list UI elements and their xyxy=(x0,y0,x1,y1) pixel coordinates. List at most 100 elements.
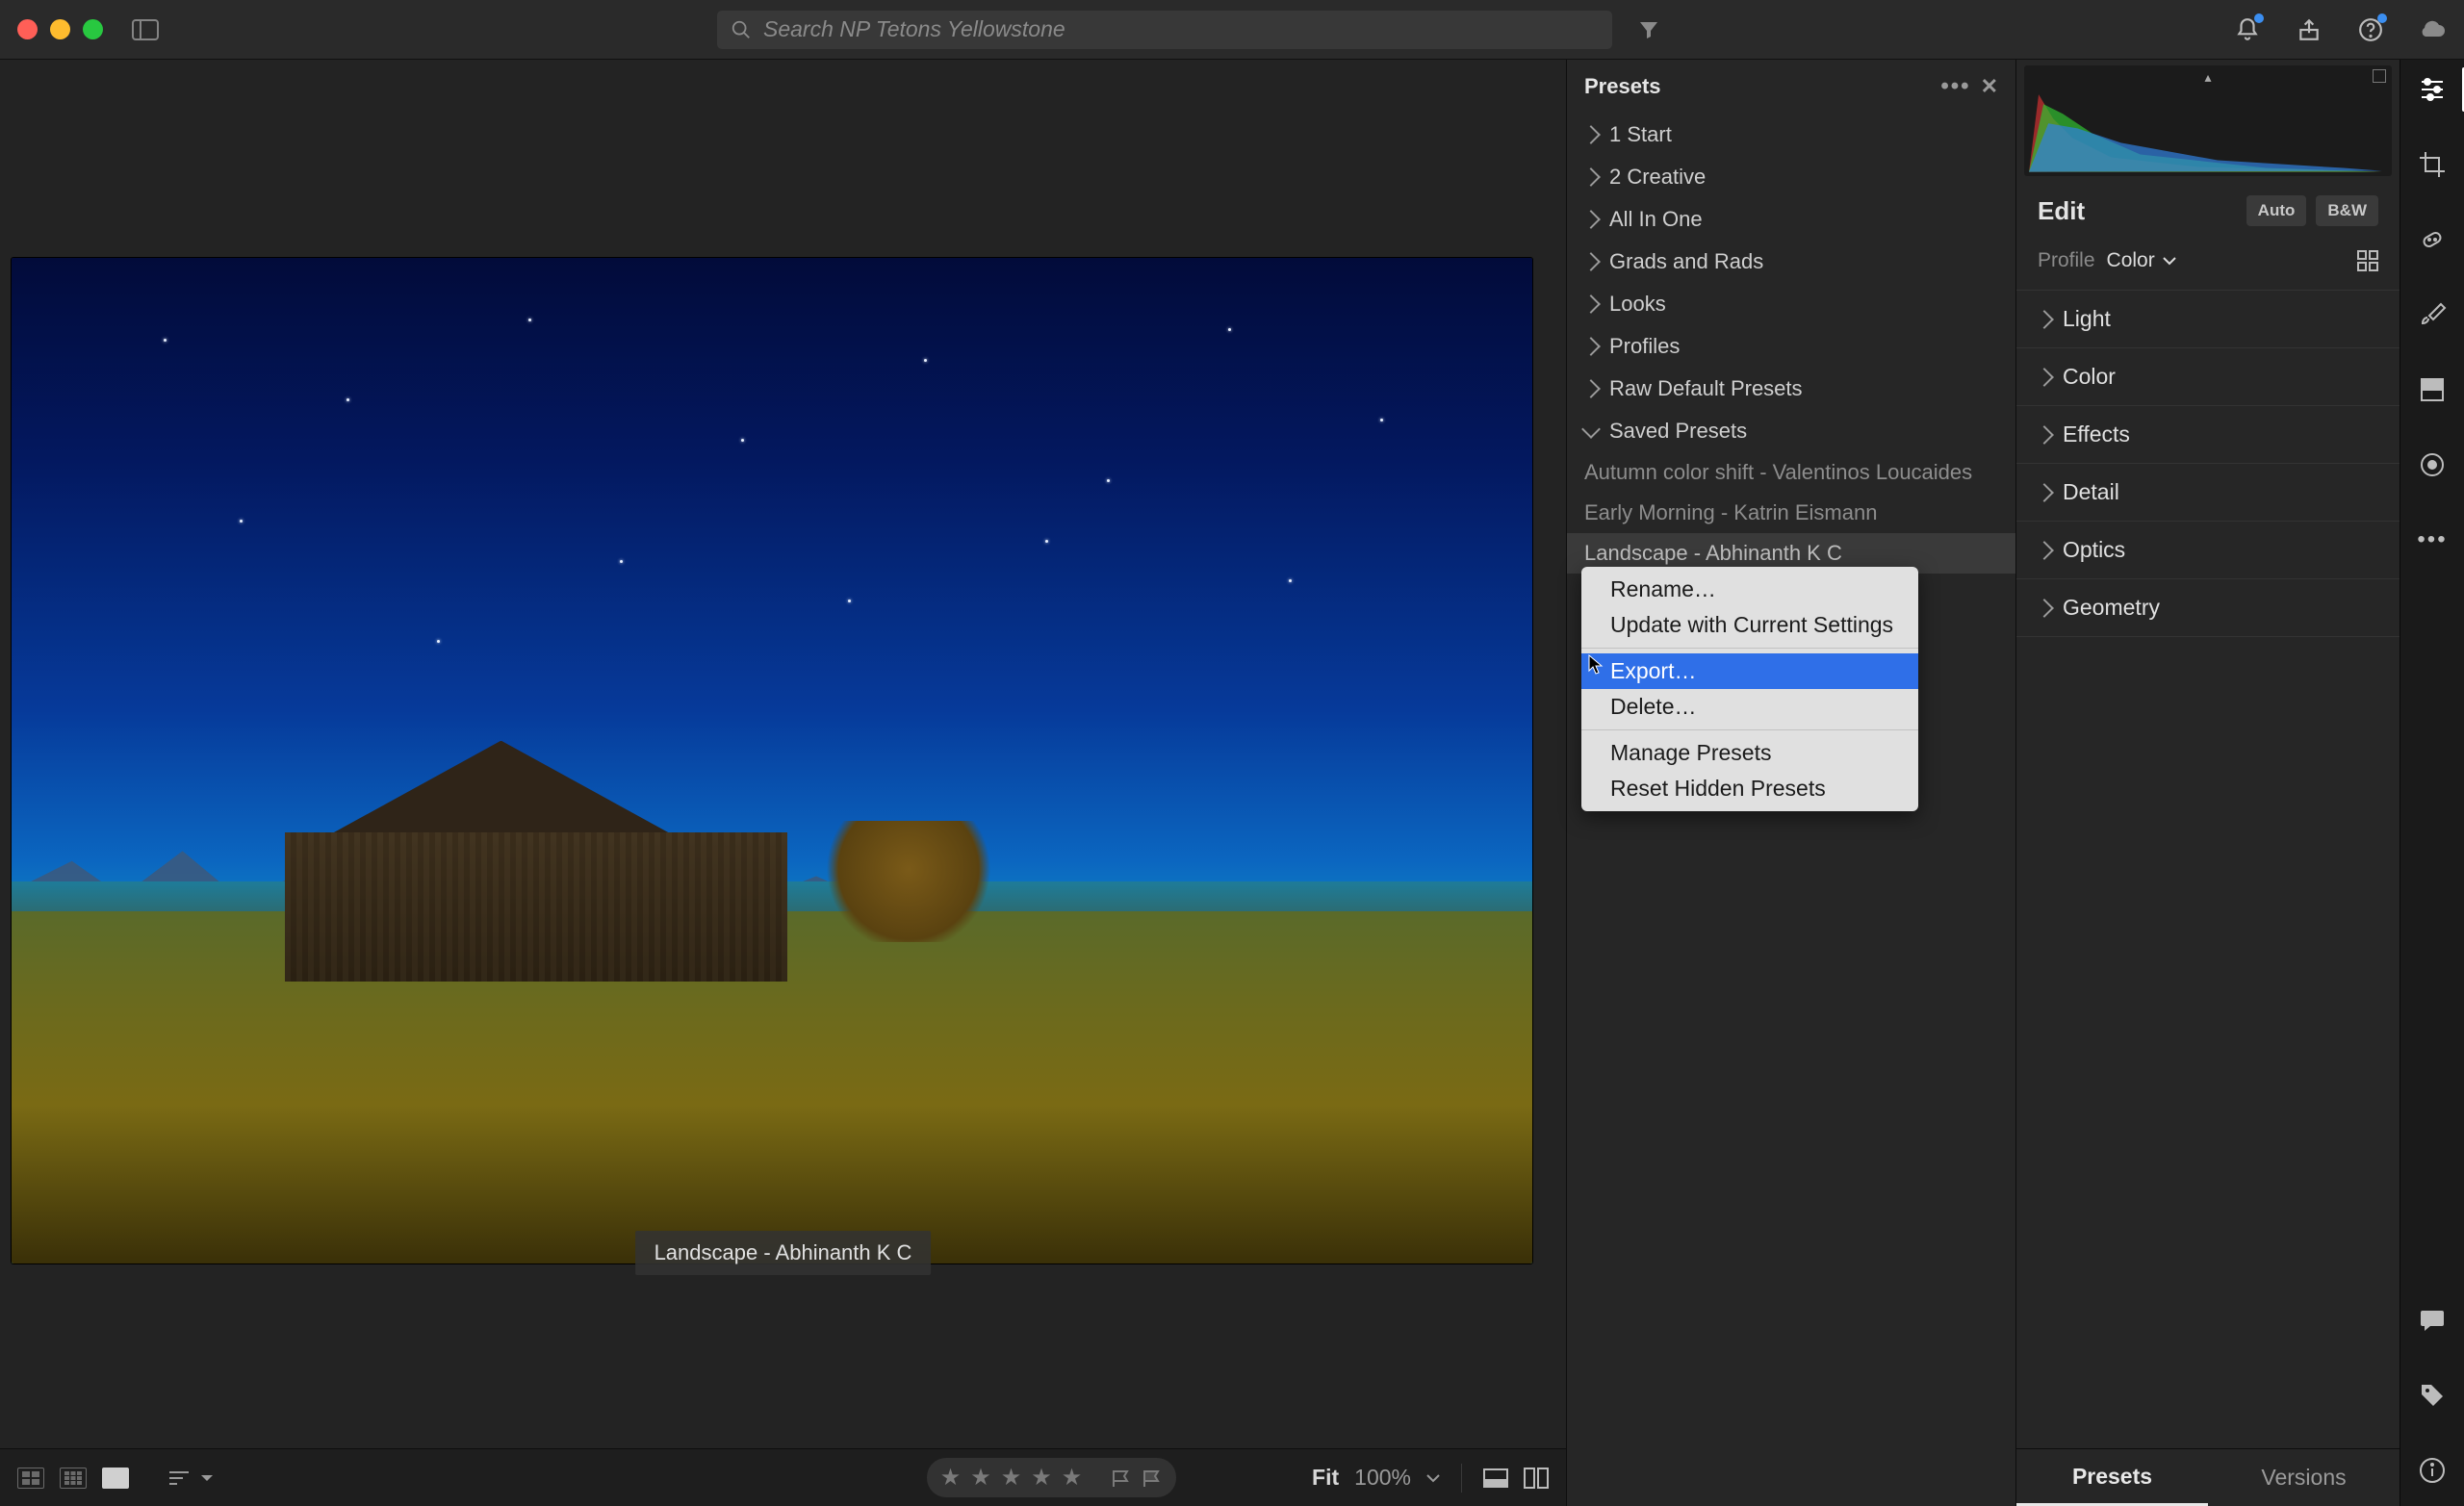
radial-gradient-icon xyxy=(2419,451,2446,478)
edit-section-geometry[interactable]: Geometry xyxy=(2016,579,2400,637)
bw-button[interactable]: B&W xyxy=(2316,195,2378,226)
more-tools[interactable]: ••• xyxy=(2416,523,2449,556)
preset-group-label: Raw Default Presets xyxy=(1609,376,1803,401)
share-button[interactable] xyxy=(2295,15,2323,44)
photo-preview[interactable] xyxy=(12,258,1532,1264)
preset-group[interactable]: Profiles xyxy=(1567,325,2015,368)
profile-browser-button[interactable] xyxy=(2357,250,2378,271)
ctx-reset[interactable]: Reset Hidden Presets xyxy=(1581,771,1918,806)
rating-control[interactable]: ★ ★ ★ ★ ★ xyxy=(927,1458,1177,1497)
edit-section-effects[interactable]: Effects xyxy=(2016,406,2400,464)
presets-more-button[interactable]: ••• xyxy=(1940,73,1970,100)
chevron-down-icon xyxy=(2163,256,2176,266)
minimize-window[interactable] xyxy=(50,19,70,39)
preset-group[interactable]: Grads and Rads xyxy=(1567,241,2015,283)
photo-tree xyxy=(817,821,1000,941)
grid-view-button[interactable] xyxy=(17,1468,44,1489)
preset-group-label: Saved Presets xyxy=(1609,419,1747,444)
chevron-right-icon xyxy=(2035,599,2054,618)
brush-tool[interactable] xyxy=(2416,298,2449,331)
healing-tool[interactable] xyxy=(2416,223,2449,256)
zoom-value[interactable]: 100% xyxy=(1354,1465,1411,1491)
titlebar: Search NP Tetons Yellowstone xyxy=(0,0,2464,60)
edit-section-light[interactable]: Light xyxy=(2016,291,2400,348)
preset-item[interactable]: Autumn color shift - Valentinos Loucaide… xyxy=(1567,452,2015,493)
preset-group[interactable]: All In One xyxy=(1567,198,2015,241)
flag-pick-icon[interactable] xyxy=(1111,1469,1132,1487)
sidebar-toggle-icon[interactable] xyxy=(132,19,159,40)
grid-3x3-icon xyxy=(64,1471,82,1485)
presets-close-button[interactable]: ✕ xyxy=(1981,74,1998,99)
edit-title: Edit xyxy=(2038,196,2085,226)
section-label: Optics xyxy=(2063,537,2125,563)
chevron-down-icon xyxy=(1581,420,1601,439)
speech-bubble-icon xyxy=(2419,1308,2446,1333)
preset-group[interactable]: 1 Start xyxy=(1567,114,2015,156)
titlebar-right-icons xyxy=(2233,15,2447,44)
chevron-right-icon xyxy=(1581,252,1601,271)
section-label: Light xyxy=(2063,306,2111,332)
help-button[interactable] xyxy=(2356,15,2385,44)
notifications-button[interactable] xyxy=(2233,15,2262,44)
ctx-delete[interactable]: Delete… xyxy=(1581,689,1918,725)
filter-button[interactable] xyxy=(1630,11,1668,49)
preset-group[interactable]: Raw Default Presets xyxy=(1567,368,2015,410)
search-icon xyxy=(731,19,752,40)
star-icon[interactable]: ★ xyxy=(970,1464,991,1492)
search-placeholder: Search NP Tetons Yellowstone xyxy=(763,16,1599,42)
preset-item[interactable]: Early Morning - Katrin Eismann xyxy=(1567,493,2015,533)
main-content: Landscape - Abhinanth K C xyxy=(0,60,2464,1506)
comments-button[interactable] xyxy=(2416,1304,2449,1337)
cloud-sync-button[interactable] xyxy=(2418,15,2447,44)
sort-button[interactable] xyxy=(167,1469,214,1487)
edit-section-detail[interactable]: Detail xyxy=(2016,464,2400,522)
edit-section-color[interactable]: Color xyxy=(2016,348,2400,406)
preset-group[interactable]: 2 Creative xyxy=(1567,156,2015,198)
filmstrip-toggle-icon[interactable] xyxy=(1483,1468,1508,1488)
radial-gradient-tool[interactable] xyxy=(2416,448,2449,481)
info-button[interactable] xyxy=(2416,1454,2449,1487)
profile-dropdown[interactable]: Color xyxy=(2107,249,2176,272)
sort-icon xyxy=(167,1469,191,1487)
tab-presets[interactable]: Presets xyxy=(2016,1449,2208,1506)
crop-icon xyxy=(2418,150,2447,179)
edit-section-optics[interactable]: Optics xyxy=(2016,522,2400,579)
tab-versions[interactable]: Versions xyxy=(2208,1449,2400,1506)
zoom-window[interactable] xyxy=(83,19,103,39)
star-icon[interactable]: ★ xyxy=(1031,1464,1052,1492)
panel-toggle-icon[interactable] xyxy=(1524,1468,1549,1489)
search-field[interactable]: Search NP Tetons Yellowstone xyxy=(717,11,1612,49)
fit-label[interactable]: Fit xyxy=(1312,1465,1339,1491)
grid-3x3-view-button[interactable] xyxy=(60,1468,87,1489)
linear-gradient-tool[interactable] xyxy=(2416,373,2449,406)
keywords-button[interactable] xyxy=(2416,1379,2449,1412)
star-icon[interactable]: ★ xyxy=(1062,1464,1083,1492)
ctx-update[interactable]: Update with Current Settings xyxy=(1581,607,1918,643)
brush-icon xyxy=(2418,300,2447,329)
edit-tool[interactable] xyxy=(2416,73,2449,106)
funnel-icon xyxy=(1637,18,1660,41)
sliders-icon xyxy=(2418,75,2447,104)
ctx-manage[interactable]: Manage Presets xyxy=(1581,735,1918,771)
preset-group[interactable]: Looks xyxy=(1567,283,2015,325)
chevron-right-icon xyxy=(2035,310,2054,329)
window-controls xyxy=(17,19,103,39)
single-view-button[interactable] xyxy=(102,1468,129,1489)
auto-button[interactable]: Auto xyxy=(2246,195,2307,226)
histogram[interactable]: ▴ xyxy=(2024,65,2392,176)
close-window[interactable] xyxy=(17,19,38,39)
crop-tool[interactable] xyxy=(2416,148,2449,181)
notification-badge xyxy=(2254,13,2264,23)
preset-group-saved[interactable]: Saved Presets xyxy=(1567,410,2015,452)
star-icon[interactable]: ★ xyxy=(1001,1464,1022,1492)
chevron-down-icon[interactable] xyxy=(1426,1473,1440,1483)
ctx-rename[interactable]: Rename… xyxy=(1581,572,1918,607)
flag-reject-icon[interactable] xyxy=(1142,1469,1163,1487)
chevron-right-icon xyxy=(1581,294,1601,314)
app-window: Search NP Tetons Yellowstone xyxy=(0,0,2464,1506)
grid-2x2-icon xyxy=(22,1471,39,1485)
preset-group-label: 2 Creative xyxy=(1609,165,1706,190)
ctx-export[interactable]: Export… xyxy=(1581,653,1918,689)
profile-row: Profile Color xyxy=(2016,240,2400,291)
star-icon[interactable]: ★ xyxy=(940,1464,962,1492)
